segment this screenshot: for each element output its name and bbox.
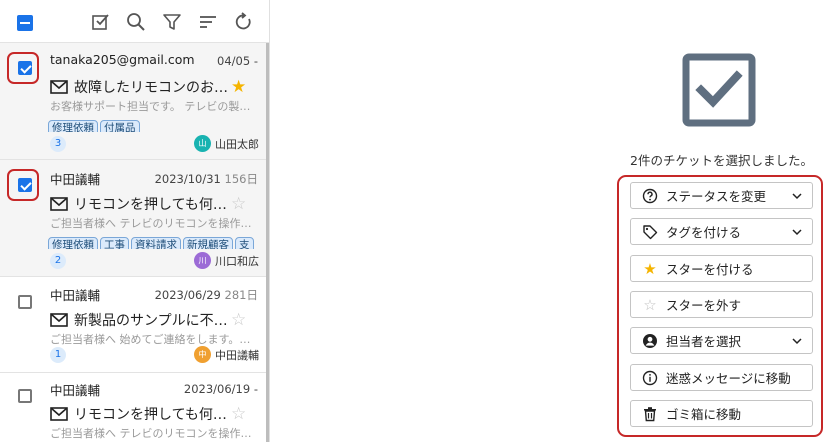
- ticket-tags: 修理依頼 付属品: [48, 116, 266, 132]
- ticket-preview: ご担当者様へ テレビのリモコンを操作…: [50, 217, 252, 230]
- ticket-subject[interactable]: 新製品のサンプルに不…: [50, 310, 228, 330]
- sort-icon[interactable]: [197, 11, 219, 33]
- ticket-assignee: 川 川口和広: [194, 252, 259, 269]
- tag-badge: 付属品: [100, 120, 140, 132]
- help-circle-icon: [642, 188, 658, 204]
- list-scrollbar[interactable]: [266, 43, 269, 442]
- bulk-actions-panel: ステータスを変更 タグを付ける ★ スターを付ける ☆ スターを外す 担当者を選…: [617, 175, 823, 437]
- ticket-subject[interactable]: リモコンを押しても何…: [50, 404, 227, 424]
- mail-icon: [50, 313, 68, 327]
- checklist-icon[interactable]: [90, 11, 112, 33]
- star-filled-icon: ★: [643, 259, 657, 278]
- row-checkbox[interactable]: [18, 389, 32, 403]
- filter-icon[interactable]: [161, 11, 183, 33]
- select-assignee-button[interactable]: 担当者を選択: [630, 327, 813, 354]
- selection-message: 2件のチケットを選択しました。: [630, 153, 813, 168]
- ticket-assignee: 山 山田太郎: [194, 135, 259, 152]
- tag-badge: 支: [235, 237, 254, 249]
- avatar: 川: [194, 252, 211, 269]
- chevron-down-icon: [792, 338, 802, 345]
- ticket-list-panel: tanaka205@gmail.com 04/05 - 故障したリモコンのお… …: [0, 0, 270, 442]
- star-icon[interactable]: ★: [231, 79, 246, 96]
- message-count-badge: 2: [50, 253, 66, 269]
- tag-icon: [642, 224, 658, 240]
- ticket-row[interactable]: 中田議輔 2023/06/29 281日 新製品のサンプルに不… ☆ ご担当者様…: [0, 277, 266, 373]
- ticket-sender: 中田議輔: [50, 383, 101, 398]
- row-checkbox[interactable]: [18, 178, 32, 192]
- avatar: 中: [194, 346, 211, 363]
- ticket-row[interactable]: tanaka205@gmail.com 04/05 - 故障したリモコンのお… …: [0, 43, 266, 160]
- refresh-icon[interactable]: [233, 11, 255, 33]
- select-all-checkbox[interactable]: [17, 15, 33, 31]
- mail-icon: [50, 80, 68, 94]
- star-icon[interactable]: ☆: [231, 312, 246, 329]
- row-checkbox[interactable]: [18, 295, 32, 309]
- ticket-list: tanaka205@gmail.com 04/05 - 故障したリモコンのお… …: [0, 43, 266, 442]
- ticket-preview: お客様サポート担当です。 テレビの製…: [50, 100, 251, 113]
- ticket-sender: tanaka205@gmail.com: [50, 52, 195, 67]
- add-star-button[interactable]: ★ スターを付ける: [630, 255, 813, 282]
- star-icon[interactable]: ☆: [231, 406, 246, 423]
- ticket-date: 2023/06/29 281日: [154, 288, 258, 302]
- move-to-trash-button[interactable]: ゴミ箱に移動: [630, 400, 813, 427]
- mail-icon: [50, 197, 68, 211]
- tag-badge: 修理依頼: [48, 120, 98, 132]
- ticket-sender: 中田議輔: [50, 288, 101, 303]
- info-circle-icon: [642, 370, 658, 386]
- list-toolbar: [0, 0, 269, 43]
- mail-icon: [50, 407, 68, 421]
- avatar: 山: [194, 135, 211, 152]
- ticket-preview: ご担当者様へ テレビのリモコンを操作…: [50, 427, 252, 440]
- star-outline-icon: ☆: [643, 295, 657, 314]
- ticket-date: 04/05 -: [217, 54, 258, 68]
- ticket-assignee: 中 中田議輔: [194, 346, 259, 363]
- chevron-down-icon: [792, 229, 802, 236]
- trash-icon: [642, 406, 658, 422]
- ticket-tags: 修理依頼 工事 資料請求 新規顧客支: [48, 233, 266, 249]
- message-count-badge: 1: [50, 347, 66, 363]
- chevron-down-icon: [792, 193, 802, 200]
- change-status-button[interactable]: ステータスを変更: [630, 182, 813, 209]
- tag-badge: 新規顧客: [183, 237, 233, 249]
- ticket-date: 2023/06/19 -: [183, 382, 258, 396]
- ticket-date: 2023/10/31 156日: [154, 172, 258, 186]
- message-count-badge: 3: [50, 136, 66, 152]
- remove-star-button[interactable]: ☆ スターを外す: [630, 291, 813, 318]
- tag-badge: 修理依頼: [48, 237, 98, 249]
- star-icon[interactable]: ☆: [231, 196, 246, 213]
- person-circle-icon: [642, 333, 658, 349]
- row-checkbox[interactable]: [18, 61, 32, 75]
- ticket-row[interactable]: 中田議輔 2023/06/19 - リモコンを押しても何… ☆ ご担当者様へ テ…: [0, 373, 266, 442]
- search-icon[interactable]: [125, 11, 147, 33]
- add-tag-button[interactable]: タグを付ける: [630, 218, 813, 245]
- checkbox-checked-icon: [682, 53, 756, 127]
- tag-badge: 工事: [100, 237, 129, 249]
- ticket-row[interactable]: 中田議輔 2023/10/31 156日 リモコンを押しても何… ☆ ご担当者様…: [0, 160, 266, 277]
- ticket-subject[interactable]: リモコンを押しても何…: [50, 194, 227, 214]
- tag-badge: 資料請求: [131, 237, 181, 249]
- ticket-subject[interactable]: 故障したリモコンのお…: [50, 77, 228, 97]
- ticket-sender: 中田議輔: [50, 172, 101, 187]
- ticket-preview: ご担当者様へ 始めてご連絡をします。…: [50, 333, 251, 346]
- move-to-spam-button[interactable]: 迷惑メッセージに移動: [630, 364, 813, 391]
